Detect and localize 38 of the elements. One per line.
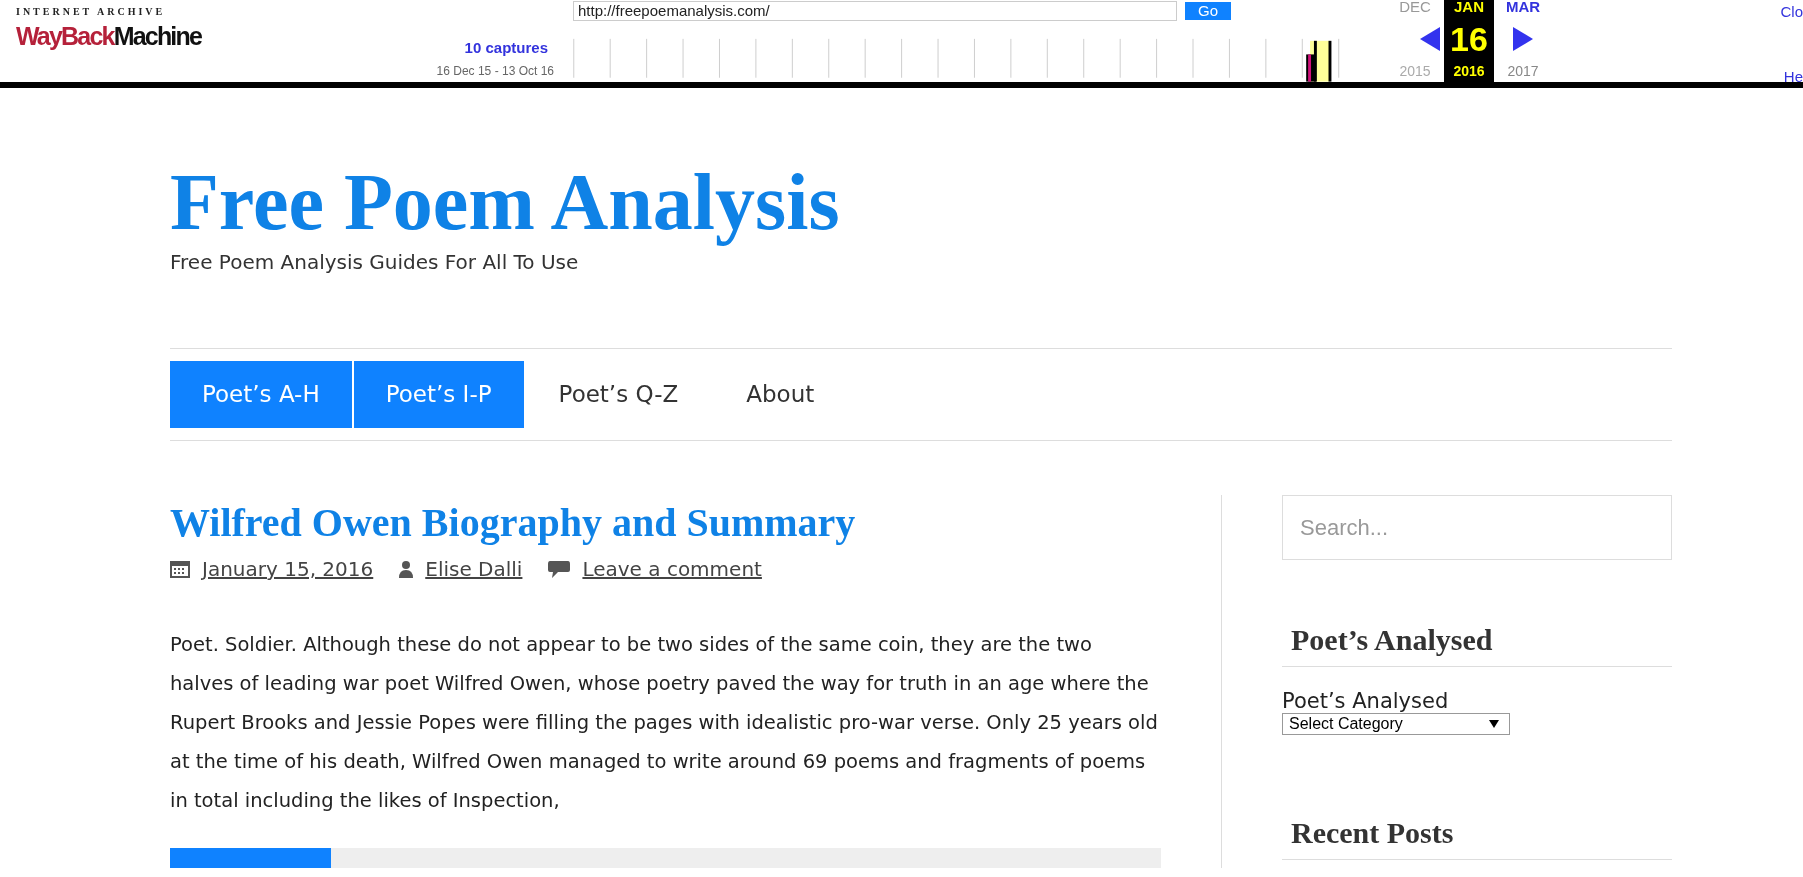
- wayback-logo[interactable]: INTERNET ARCHIVE WayBackMachine: [0, 0, 200, 82]
- nav-tab[interactable]: About: [713, 361, 848, 428]
- toolbar-link[interactable]: Clo: [1780, 3, 1803, 20]
- year-label: 2017: [1507, 63, 1539, 79]
- capture-range: 16 Dec 15 - 13 Oct 16: [436, 64, 554, 78]
- post-excerpt: Poet. Soldier. Although these do not appear to be two sides of the same coin, they are the two halves of leading war poet Wilfred Owen, whose poetry paved the way for truth in an age where the Rupert Brooks and Jessie Popes were filling the pages with idealistic pro-war verse. Only 25 years old at the time of his death, Wilfred Owen managed to write around 69 poems and fragments of poems in total including the likes of Inspection,: [170, 632, 1159, 814]
- month-label: JAN: [1454, 0, 1484, 14]
- widget-heading: Recent Posts: [1291, 815, 1454, 851]
- url-field[interactable]: http://freepoemanalysis.com/: [573, 0, 1177, 21]
- category-dropdown[interactable]: Select Category: [1282, 713, 1510, 735]
- year-label: 2016: [1453, 63, 1485, 79]
- toolbar-link[interactable]: He: [1783, 68, 1803, 85]
- widget-heading: Poet’s Analysed: [1291, 622, 1493, 658]
- nav-tab[interactable]: Poet’s Q-Z: [525, 361, 712, 428]
- next-arrow-icon[interactable]: [1513, 26, 1533, 51]
- nav-tab[interactable]: Poet’s A-H: [170, 361, 352, 428]
- day-number: 16: [1450, 21, 1488, 56]
- dropdown-arrow-icon: [1489, 720, 1499, 728]
- post-title[interactable]: Wilfred Owen Biography and Summary: [170, 499, 856, 547]
- site-tagline: Free Poem Analysis Guides For All To Use: [170, 250, 579, 274]
- previous-arrow-icon[interactable]: [1420, 26, 1440, 51]
- logo-caption: INTERNET ARCHIVE: [16, 6, 167, 17]
- meta-link[interactable]: January 15, 2016: [202, 557, 374, 581]
- meta-link[interactable]: Elise Dalli: [425, 557, 523, 581]
- captures-link[interactable]: 10 captures: [464, 39, 548, 56]
- logo-wordmark: WayBackMachine: [16, 21, 202, 52]
- search-field[interactable]: Search...: [1282, 495, 1672, 560]
- speech-bubble-icon: [548, 559, 571, 579]
- category-label: Poet’s Analysed: [1282, 689, 1449, 713]
- nav-tab[interactable]: Poet’s I-P: [353, 361, 524, 428]
- calendar-icon: [170, 560, 190, 578]
- meta-link[interactable]: Leave a comment: [582, 557, 762, 581]
- month-label: DEC: [1399, 0, 1431, 14]
- person-icon: [399, 560, 414, 578]
- site-title[interactable]: Free Poem Analysis: [170, 158, 840, 246]
- year-label: 2015: [1399, 63, 1431, 79]
- go-button[interactable]: Go: [1185, 1, 1231, 20]
- month-label[interactable]: MAR: [1505, 0, 1541, 14]
